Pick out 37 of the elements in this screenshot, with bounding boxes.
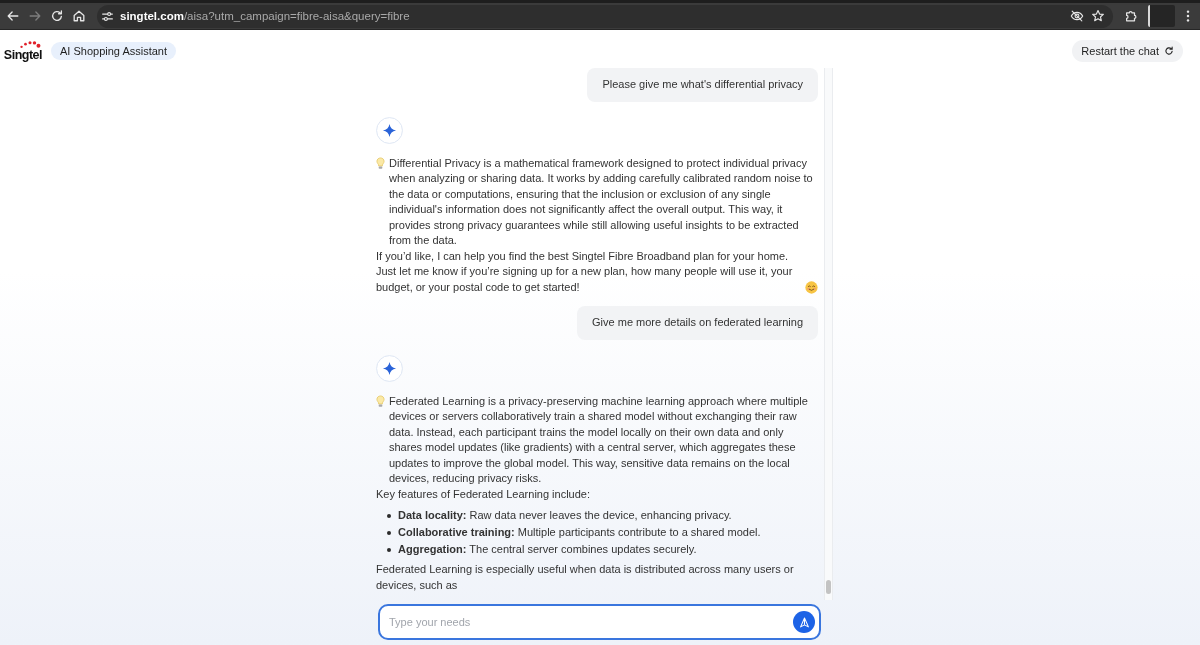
message-input[interactable]: Type your needs [378,604,821,640]
sparkle-icon [376,354,403,382]
list-item-text: Aggregation: The central server combines updates securely. [398,542,697,557]
puzzle-icon[interactable] [1124,9,1138,23]
lightbulb-icon [376,156,385,170]
user-message: Please give me what's differential privacy [587,68,818,102]
list-item-text: Collaborative training: Multiple participants contribute to a shared model. [398,525,761,540]
sliders-icon[interactable] [101,9,114,23]
menu-icon[interactable] [1185,9,1191,23]
arrow-left-icon[interactable] [6,9,20,23]
send-icon [797,615,811,629]
list-item-text: Data locality: Raw data never leaves the device, enhancing privacy. [398,508,732,523]
star-icon[interactable] [1091,9,1105,23]
scrollbar-thumb[interactable] [826,580,831,594]
logo-text[interactable]: Singtel [3,48,42,62]
dots-logo-icon [19,39,41,49]
message-text: Differential Privacy is a mathematical framework designed to protect individual privacy when analyzing or sharing data. It works by adding carefully calibrated random noise to the data or computations, ensuring that the inclusion or exclusion of any single individual's information does not significantly affect the overall output. This way, it provides strong privacy guarantees while still allowing useful insights to be extracted from the data. [389,155,814,248]
reload-icon [1164,45,1174,56]
user-message: Give me more details on federated learning [577,306,818,340]
message-text: Federated Learning is especially useful when data is distributed across many users or devices, such as [376,562,795,593]
message-text: Key features of Federated Learning include: [376,486,592,502]
home-icon[interactable] [72,9,86,23]
lightbulb-icon [376,394,385,408]
message-text: Federated Learning is a privacy-preserving machine learning approach where multiple devices or servers collaboratively train a shared model without exchanging their raw data. Instead, each participant trains the model locally on their own data and only shares model updates (like gradients) with a central server, which aggregates these updates to improve the global model. This way, sensitive data remains on the local devices, reducing privacy risks. [389,393,809,486]
assistant-badge: AI Shopping Assistant [51,41,176,60]
smiling-face-icon [805,281,818,294]
bullet-icon [387,547,391,552]
url-text[interactable]: singtel.com/aisa?utm_campaign=fibre-aisa&query=fibre [120,10,410,22]
bullet-icon [387,513,391,518]
address-bar[interactable]: singtel.com/aisa?utm_campaign=fibre-aisa&query=fibre [97,4,1113,28]
eye-slash-icon[interactable] [1070,9,1084,23]
bullet-icon [387,530,391,535]
profile-placeholder[interactable] [1148,5,1175,27]
restart-button[interactable]: Restart the chat [1072,39,1183,62]
reload-icon[interactable] [50,9,64,23]
message-text: If you’d like, I can help you find the best Singtel Fibre Broadband plan for your home. Just let me know if you’re signing up for a new plan, how many people will use it, your budget, or your postal code to get started! [376,248,794,295]
sparkle-icon [376,116,403,144]
